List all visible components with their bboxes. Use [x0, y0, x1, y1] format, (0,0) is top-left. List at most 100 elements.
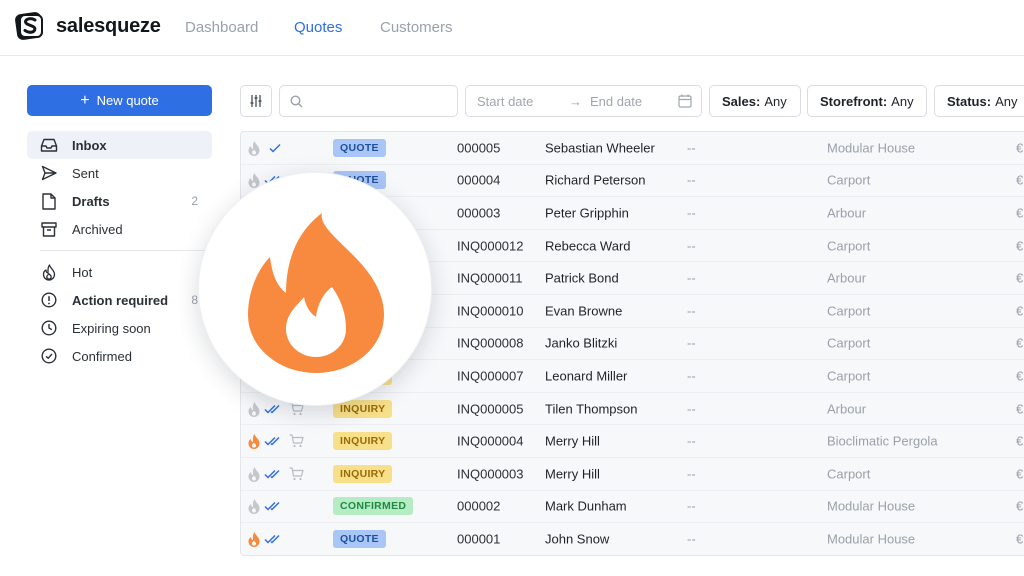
flame-icon[interactable]	[247, 466, 261, 482]
sidebar-item-inbox[interactable]: Inbox	[27, 131, 212, 159]
assignee: --	[687, 466, 696, 482]
sales-filter-dropdown[interactable]: Sales: Any	[709, 85, 801, 117]
flame-icon[interactable]	[247, 498, 261, 515]
hot-flame-icon[interactable]	[247, 531, 261, 547]
storefront-filter-label: Storefront:	[820, 93, 888, 109]
double-check-icon	[264, 437, 280, 446]
quote-number: INQ000007	[457, 368, 524, 384]
plus-icon: +	[80, 91, 90, 109]
table-row[interactable]: QUOTE 000005 Sebastian Wheeler -- Modular Ho…	[241, 132, 1024, 165]
hot-flame-icon[interactable]	[247, 433, 261, 450]
quote-number: 000005	[457, 140, 501, 156]
product-name: Arbour	[827, 205, 867, 221]
sidebar-item-drafts[interactable]: Drafts 2	[27, 187, 212, 215]
product-name: Carport	[827, 466, 871, 482]
customer-name: Mark Dunham	[545, 498, 627, 514]
date-range-picker[interactable]: Start date → End date	[465, 85, 702, 117]
sidebar-item-label: Drafts	[72, 193, 110, 209]
quote-number: INQ000005	[457, 401, 524, 417]
assignee: --	[687, 368, 696, 384]
search-input[interactable]	[309, 93, 449, 109]
alert-circle-icon	[40, 291, 58, 309]
quote-number: INQ000004	[457, 433, 524, 449]
storefront-filter-dropdown[interactable]: Storefront: Any	[807, 85, 927, 117]
customer-name: Tilen Thompson	[545, 401, 638, 417]
top-bar: salesqueze Dashboard Quotes Customers	[0, 0, 1024, 56]
product-name: Modular House	[827, 531, 916, 547]
table-row[interactable]: QUOTE 000001 John Snow -- Modular House €	[241, 523, 1024, 555]
customer-name: Rebecca Ward	[545, 238, 631, 254]
product-name: Carport	[827, 172, 871, 188]
end-date-field[interactable]: End date	[590, 94, 642, 109]
status-badge: INQUIRY	[333, 432, 393, 451]
flame-icon[interactable]	[247, 140, 261, 156]
status-badge: QUOTE	[333, 529, 386, 548]
sidebar-item-archived[interactable]: Archived	[27, 215, 212, 243]
customer-name: Richard Peterson	[545, 172, 646, 188]
assignee: --	[687, 335, 696, 351]
sidebar-item-label: Confirmed	[72, 348, 132, 364]
sidebar-item-action-required[interactable]: Action required 8	[27, 286, 212, 314]
sidebar-item-expiring-soon[interactable]: Expiring soon	[27, 314, 212, 342]
new-quote-button[interactable]: + New quote	[27, 85, 212, 116]
start-date-field[interactable]: Start date	[477, 94, 533, 109]
nav-customers[interactable]: Customers	[380, 19, 453, 36]
assignee: --	[687, 140, 696, 156]
sidebar-item-label: Archived	[72, 221, 123, 237]
table-row[interactable]: INQUIRY INQ000005 Tilen Thompson -- Arbour €	[241, 392, 1024, 426]
customer-name: Janko Blitzki	[545, 335, 618, 351]
table-row[interactable]: INQUIRY INQ000004 Merry Hill -- Bioclimatic …	[241, 425, 1024, 458]
currency-value: €	[1016, 270, 1024, 286]
inbox-icon	[40, 136, 58, 154]
quote-number: 000002	[457, 498, 501, 514]
currency-value: €	[1016, 205, 1024, 221]
quote-number: 000004	[457, 172, 501, 188]
status-filter-value: Any	[995, 93, 1018, 109]
quote-number: INQ000011	[457, 270, 523, 286]
currency-value: €	[1016, 498, 1024, 514]
logo-icon[interactable]	[14, 10, 46, 42]
sidebar-item-label: Action required	[72, 292, 169, 308]
brand-name[interactable]: salesqueze	[56, 15, 161, 38]
product-name: Carport	[827, 238, 871, 254]
double-check-icon	[264, 469, 280, 479]
sidebar-item-label: Sent	[72, 165, 99, 181]
sidebar-item-label: Expiring soon	[72, 320, 151, 336]
product-name: Carport	[827, 368, 871, 384]
assignee: --	[687, 270, 696, 286]
table-row[interactable]: CONFIRMED 000002 Mark Dunham -- Modular Hous…	[241, 490, 1024, 524]
sidebar-item-hot[interactable]: Hot	[27, 258, 212, 286]
product-name: Modular House	[827, 498, 916, 514]
check-icon	[269, 143, 281, 153]
cart-icon	[289, 434, 304, 448]
filter-settings-button[interactable]	[240, 85, 272, 117]
product-name: Modular House	[827, 140, 916, 156]
nav-dashboard[interactable]: Dashboard	[185, 19, 258, 36]
flame-icon	[248, 213, 384, 373]
status-filter-dropdown[interactable]: Status: Any	[934, 85, 1024, 117]
customer-name: Merry Hill	[545, 433, 600, 449]
assignee: --	[687, 498, 696, 514]
search-icon	[290, 94, 303, 107]
nav-quotes[interactable]: Quotes	[294, 19, 342, 36]
sidebar-item-sent[interactable]: Sent	[27, 159, 212, 187]
status-badge: INQUIRY	[333, 464, 393, 483]
currency-value: €	[1016, 335, 1024, 351]
customer-name: Patrick Bond	[545, 270, 619, 286]
archive-icon	[40, 220, 58, 238]
table-row[interactable]: INQUIRY INQ000003 Merry Hill -- Carport €	[241, 458, 1024, 491]
assignee: --	[687, 205, 696, 221]
search-box[interactable]	[279, 85, 458, 117]
sidebar-item-confirmed[interactable]: Confirmed	[27, 342, 212, 370]
double-check-icon	[264, 502, 280, 511]
calendar-icon[interactable]	[678, 94, 692, 108]
currency-value: €	[1016, 303, 1024, 319]
assignee: --	[687, 531, 696, 547]
sales-filter-value: Any	[764, 93, 787, 109]
customer-name: Sebastian Wheeler	[545, 140, 655, 156]
hot-badge-overlay	[198, 172, 432, 406]
new-quote-label: New quote	[96, 93, 159, 108]
product-name: Bioclimatic Pergola	[827, 433, 938, 449]
cart-icon	[289, 467, 304, 480]
flame-icon[interactable]	[247, 401, 261, 417]
